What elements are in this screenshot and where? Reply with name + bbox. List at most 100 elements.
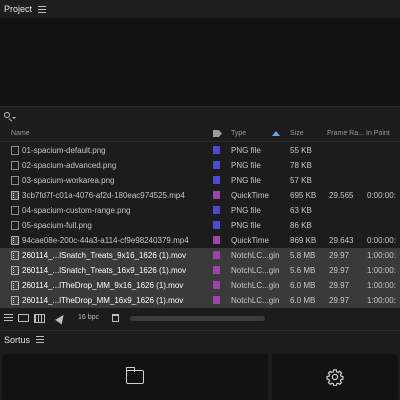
search-icon[interactable]: [4, 111, 16, 122]
label-color-swatch[interactable]: [213, 161, 220, 169]
tag-icon[interactable]: [213, 130, 222, 137]
file-row[interactable]: 260114_...lSnatch_Treats_16x9_1626 (1).m…: [0, 263, 400, 278]
column-header-type[interactable]: Type: [231, 130, 246, 137]
image-file-icon: [11, 221, 19, 230]
sortus-panel-title[interactable]: Sortus: [4, 335, 30, 345]
file-name: 260114_...lTheDrop_MM_9x16_1626 (1).mov: [22, 281, 184, 290]
movie-file-icon: [11, 191, 19, 200]
file-in-point: 1:00:00:: [367, 281, 396, 290]
file-size: 695 KB: [290, 191, 317, 200]
project-file-list: 01-spacium-default.png PNG file 55 KB 02-sp…: [0, 143, 400, 308]
file-frame-rate: 29.565: [329, 191, 354, 200]
file-type: PNG file: [231, 176, 261, 185]
file-frame-rate: 29.643: [329, 236, 354, 245]
file-row[interactable]: 260114_...lTheDrop_MM_9x16_1626 (1).mov N…: [0, 278, 400, 293]
sortus-settings-button[interactable]: [272, 354, 398, 400]
column-header-size[interactable]: Size: [290, 130, 304, 137]
file-row[interactable]: 03-spacium-workarea.png PNG file 57 KB: [0, 173, 400, 188]
file-type: PNG file: [231, 161, 261, 170]
file-row[interactable]: 3cb7fd7f-c01a-4076-af2d-180eac974525.mp4…: [0, 188, 400, 203]
movie-file-icon: [11, 251, 19, 260]
movie-file-icon: [11, 266, 19, 275]
file-in-point: 0:00:00:: [367, 191, 396, 200]
file-type: NotchLC...gin: [231, 251, 280, 260]
column-headers: Name Type Size Frame Ra... In Point: [0, 126, 400, 142]
project-panel-title[interactable]: Project: [4, 4, 32, 14]
file-name: 04-spacium-custom-range.png: [22, 206, 131, 215]
movie-file-icon: [11, 236, 19, 245]
file-type: NotchLC...gin: [231, 296, 280, 305]
file-size: 57 KB: [290, 176, 312, 185]
label-color-swatch[interactable]: [213, 251, 220, 259]
sort-ascending-icon[interactable]: [272, 131, 280, 136]
project-preview-area: [0, 18, 400, 106]
gear-icon: [326, 369, 344, 386]
sortus-panel-header: Sortus: [0, 330, 400, 348]
image-file-icon: [11, 176, 19, 185]
movie-file-icon: [11, 296, 19, 305]
label-color-swatch[interactable]: [213, 191, 220, 199]
column-header-in-point[interactable]: In Point: [366, 130, 390, 137]
file-in-point: 1:00:00:: [367, 266, 396, 275]
file-frame-rate: 29.97: [329, 296, 350, 305]
image-file-icon: [11, 161, 19, 170]
label-color-swatch[interactable]: [213, 266, 220, 274]
file-name: 260114_...lSnatch_Treats_9x16_1626 (1).m…: [22, 251, 187, 260]
file-type: PNG file: [231, 206, 261, 215]
file-type: PNG file: [231, 221, 261, 230]
file-row[interactable]: 94cae08e-200c-44a3-a114-cf9e98240379.mp4…: [0, 233, 400, 248]
bit-depth-button[interactable]: 16 bpc: [78, 314, 99, 321]
file-row[interactable]: 260114_...lSnatch_Treats_9x16_1626 (1).m…: [0, 248, 400, 263]
new-composition-icon[interactable]: [34, 314, 45, 323]
file-row[interactable]: 05-spacium-full.png PNG file 86 KB: [0, 218, 400, 233]
sortus-folder-button[interactable]: [2, 354, 268, 400]
column-header-name[interactable]: Name: [11, 130, 30, 137]
horizontal-scrollbar[interactable]: [130, 316, 265, 321]
file-row[interactable]: 02-spacium-advanced.png PNG file 78 KB: [0, 158, 400, 173]
file-type: QuickTime: [231, 236, 269, 245]
file-size: 55 KB: [290, 146, 312, 155]
label-color-swatch[interactable]: [213, 221, 220, 229]
column-header-frame-rate[interactable]: Frame Ra...: [327, 130, 364, 137]
label-color-swatch[interactable]: [213, 146, 220, 154]
file-name: 260114_...lSnatch_Treats_16x9_1626 (1).m…: [22, 266, 187, 275]
file-in-point: 0:00:00:: [367, 236, 396, 245]
file-name: 3cb7fd7f-c01a-4076-af2d-180eac974525.mp4: [22, 191, 185, 200]
file-frame-rate: 29.97: [329, 281, 350, 290]
trash-icon[interactable]: [112, 314, 119, 322]
label-color-swatch[interactable]: [213, 176, 220, 184]
file-name: 05-spacium-full.png: [22, 221, 92, 230]
file-type: QuickTime: [231, 191, 269, 200]
file-name: 260114_...lTheDrop_MM_16x9_1626 (1).mov: [22, 296, 184, 305]
movie-file-icon: [11, 281, 19, 290]
project-panel-menu-icon[interactable]: [38, 5, 47, 13]
file-name: 94cae08e-200c-44a3-a114-cf9e98240379.mp4: [22, 236, 189, 245]
file-size: 63 KB: [290, 206, 312, 215]
list-view-icon[interactable]: [4, 314, 13, 322]
file-name: 03-spacium-workarea.png: [22, 176, 115, 185]
file-size: 5.6 MB: [290, 266, 316, 275]
file-type: NotchLC...gin: [231, 281, 280, 290]
file-name: 02-spacium-advanced.png: [22, 161, 117, 170]
label-color-swatch[interactable]: [213, 296, 220, 304]
render-queue-icon[interactable]: [55, 312, 67, 325]
file-size: 6.0 MB: [290, 296, 316, 305]
file-frame-rate: 29.97: [329, 251, 350, 260]
new-folder-icon[interactable]: [18, 314, 29, 322]
sortus-panel-menu-icon[interactable]: [36, 336, 45, 343]
label-color-swatch[interactable]: [213, 236, 220, 244]
file-row[interactable]: 260114_...lTheDrop_MM_16x9_1626 (1).mov N…: [0, 293, 400, 308]
file-size: 869 KB: [290, 236, 317, 245]
file-row[interactable]: 01-spacium-default.png PNG file 55 KB: [0, 143, 400, 158]
sortus-panel-body: [0, 348, 400, 400]
label-color-swatch[interactable]: [213, 206, 220, 214]
file-name: 01-spacium-default.png: [22, 146, 106, 155]
search-bar[interactable]: [0, 106, 400, 126]
file-size: 6.0 MB: [290, 281, 316, 290]
label-color-swatch[interactable]: [213, 281, 220, 289]
image-file-icon: [11, 206, 19, 215]
file-row[interactable]: 04-spacium-custom-range.png PNG file 63 KB: [0, 203, 400, 218]
image-file-icon: [11, 146, 19, 155]
file-size: 5.8 MB: [290, 251, 316, 260]
file-in-point: 1:00:00:: [367, 251, 396, 260]
